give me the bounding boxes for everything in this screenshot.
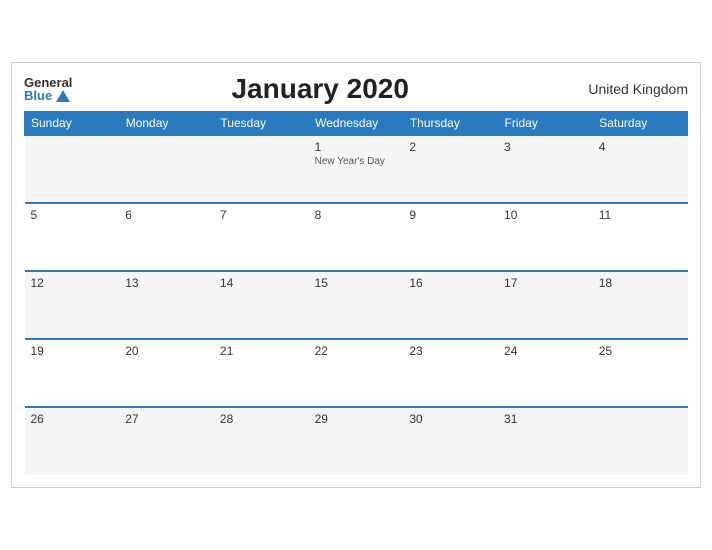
header-tuesday: Tuesday: [214, 112, 309, 136]
day-number: 6: [125, 208, 208, 222]
day-number: 23: [409, 344, 492, 358]
calendar-cell: 20: [119, 339, 214, 407]
calendar-week-row: 19 20 21 22 23 24 25: [25, 339, 688, 407]
calendar-cell: 31: [498, 407, 593, 475]
day-number: 8: [315, 208, 398, 222]
day-number: 20: [125, 344, 208, 358]
calendar-cell: 5: [25, 203, 120, 271]
day-number: 1: [315, 140, 398, 154]
day-number: 25: [599, 344, 682, 358]
calendar-table: Sunday Monday Tuesday Wednesday Thursday…: [24, 111, 688, 475]
day-number: 2: [409, 140, 492, 154]
calendar-body: 1New Year's Day2345678910111213141516171…: [25, 135, 688, 475]
calendar-cell: 28: [214, 407, 309, 475]
calendar-cell: 2: [403, 135, 498, 203]
calendar-header: General Blue January 2020 United Kingdom: [24, 73, 688, 105]
day-number: 11: [599, 208, 682, 222]
day-number: 7: [220, 208, 303, 222]
calendar-cell: 29: [309, 407, 404, 475]
calendar-region: United Kingdom: [568, 81, 688, 97]
calendar-cell: 9: [403, 203, 498, 271]
day-number: 28: [220, 412, 303, 426]
calendar-cell: 12: [25, 271, 120, 339]
day-number: 18: [599, 276, 682, 290]
calendar-cell: 19: [25, 339, 120, 407]
calendar-cell: [593, 407, 688, 475]
day-number: 4: [599, 140, 682, 154]
calendar-week-row: 12 13 14 15 16 17 18: [25, 271, 688, 339]
day-number: 9: [409, 208, 492, 222]
logo-blue-text: Blue: [24, 89, 52, 102]
calendar-cell: 14: [214, 271, 309, 339]
logo-triangle-icon: [56, 90, 70, 102]
day-number: 5: [31, 208, 114, 222]
calendar-cell: 13: [119, 271, 214, 339]
calendar-week-row: 26 27 28 29 30 31: [25, 407, 688, 475]
day-number: 14: [220, 276, 303, 290]
calendar-cell: 25: [593, 339, 688, 407]
day-number: 29: [315, 412, 398, 426]
header-wednesday: Wednesday: [309, 112, 404, 136]
calendar-title: January 2020: [72, 73, 568, 105]
day-number: 13: [125, 276, 208, 290]
header-sunday: Sunday: [25, 112, 120, 136]
day-number: 12: [31, 276, 114, 290]
calendar-cell: [119, 135, 214, 203]
header-monday: Monday: [119, 112, 214, 136]
calendar-cell: 23: [403, 339, 498, 407]
calendar-cell: 18: [593, 271, 688, 339]
day-number: 31: [504, 412, 587, 426]
calendar-cell: 16: [403, 271, 498, 339]
calendar-week-row: 1 New Year's Day 234: [25, 135, 688, 203]
calendar-week-row: 56789 10 11: [25, 203, 688, 271]
day-number: 15: [315, 276, 398, 290]
calendar-container: General Blue January 2020 United Kingdom…: [11, 62, 701, 488]
day-number: 3: [504, 140, 587, 154]
day-number: 26: [31, 412, 114, 426]
day-number: 24: [504, 344, 587, 358]
day-number: 19: [31, 344, 114, 358]
day-number: 21: [220, 344, 303, 358]
calendar-cell: 7: [214, 203, 309, 271]
calendar-cell: 4: [593, 135, 688, 203]
weekday-header-row: Sunday Monday Tuesday Wednesday Thursday…: [25, 112, 688, 136]
calendar-cell: 27: [119, 407, 214, 475]
header-thursday: Thursday: [403, 112, 498, 136]
calendar-cell: 3: [498, 135, 593, 203]
calendar-cell: 11: [593, 203, 688, 271]
calendar-cell: 24: [498, 339, 593, 407]
day-number: 30: [409, 412, 492, 426]
header-saturday: Saturday: [593, 112, 688, 136]
day-number: 17: [504, 276, 587, 290]
calendar-cell: 21: [214, 339, 309, 407]
calendar-cell: 26: [25, 407, 120, 475]
calendar-cell: 6: [119, 203, 214, 271]
day-number: 22: [315, 344, 398, 358]
day-number: 10: [504, 208, 587, 222]
calendar-cell: 15: [309, 271, 404, 339]
calendar-cell: [214, 135, 309, 203]
day-number: 16: [409, 276, 492, 290]
day-event: New Year's Day: [315, 156, 398, 167]
calendar-cell: [25, 135, 120, 203]
calendar-cell: 17: [498, 271, 593, 339]
calendar-cell: 30: [403, 407, 498, 475]
calendar-cell: 22: [309, 339, 404, 407]
calendar-cell: 8: [309, 203, 404, 271]
header-friday: Friday: [498, 112, 593, 136]
logo: General Blue: [24, 76, 72, 102]
calendar-cell: 1 New Year's Day: [309, 135, 404, 203]
day-number: 27: [125, 412, 208, 426]
calendar-cell: 10: [498, 203, 593, 271]
